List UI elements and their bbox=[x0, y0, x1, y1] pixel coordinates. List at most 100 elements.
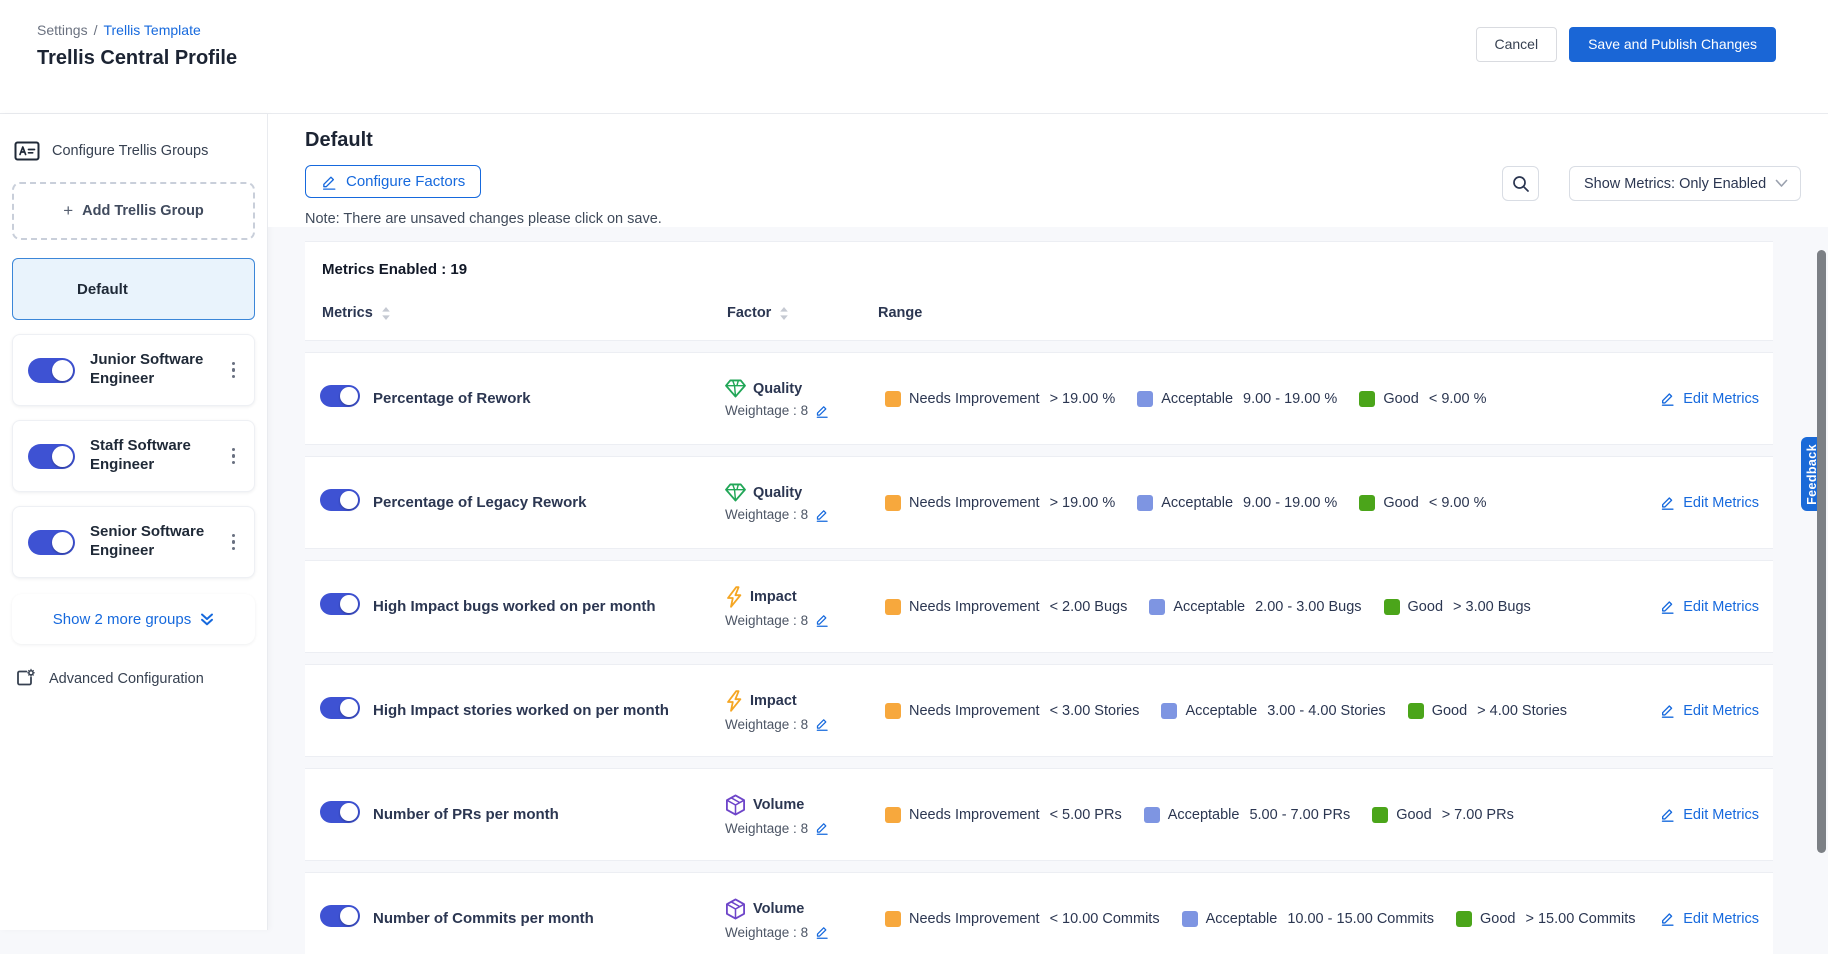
sidebar-section-title-label: Configure Trellis Groups bbox=[52, 143, 208, 159]
add-trellis-group-label: Add Trellis Group bbox=[82, 203, 204, 219]
table-row: Number of PRs per month Volume Weightage… bbox=[305, 768, 1773, 861]
range-value: 5.00 - 7.00 PRs bbox=[1249, 807, 1350, 823]
weightage-label: Weightage : 8 bbox=[725, 403, 808, 418]
show-metrics-filter-value: Show Metrics: Only Enabled bbox=[1584, 176, 1766, 192]
metric-toggle[interactable] bbox=[320, 593, 360, 615]
edit-metrics-button[interactable]: Edit Metrics bbox=[1645, 911, 1773, 927]
column-header-range: Range bbox=[878, 305, 922, 321]
edit-weightage-icon[interactable] bbox=[815, 404, 829, 418]
metric-toggle[interactable] bbox=[320, 801, 360, 823]
sidebar-item-staff-software-engineer[interactable]: Staff Software Engineer bbox=[12, 420, 255, 492]
range-chip-good: Good > 7.00 PRs bbox=[1372, 807, 1514, 823]
edit-weightage-icon[interactable] bbox=[815, 821, 829, 835]
factor-name: Quality bbox=[753, 485, 802, 501]
sidebar-item-junior-software-engineer[interactable]: Junior Software Engineer bbox=[12, 334, 255, 406]
good-swatch bbox=[1372, 807, 1388, 823]
weightage-label: Weightage : 8 bbox=[725, 613, 808, 628]
group-heading: Default bbox=[305, 129, 1800, 152]
breadcrumb-trellis-template[interactable]: Trellis Template bbox=[103, 22, 200, 38]
range-cell: Needs Improvement < 3.00 Stories Accepta… bbox=[885, 703, 1645, 719]
range-value: > 19.00 % bbox=[1050, 495, 1116, 511]
range-chip-acceptable: Acceptable 9.00 - 19.00 % bbox=[1137, 495, 1337, 511]
range-level-label: Needs Improvement bbox=[909, 911, 1040, 927]
group-name: Staff Software Engineer bbox=[90, 437, 226, 475]
range-chip-good: Good > 15.00 Commits bbox=[1456, 911, 1636, 927]
show-metrics-filter-select[interactable]: Show Metrics: Only Enabled bbox=[1569, 166, 1801, 201]
group-toggle[interactable] bbox=[28, 358, 75, 383]
edit-pencil-icon bbox=[1660, 911, 1675, 926]
edit-metrics-button[interactable]: Edit Metrics bbox=[1645, 599, 1773, 615]
range-level-label: Acceptable bbox=[1185, 703, 1257, 719]
edit-metrics-label: Edit Metrics bbox=[1683, 599, 1759, 615]
range-value: > 19.00 % bbox=[1050, 391, 1116, 407]
page-header: Settings / Trellis Template Trellis Cent… bbox=[0, 0, 1828, 114]
trellis-groups-icon bbox=[14, 140, 40, 162]
breadcrumb-settings[interactable]: Settings bbox=[37, 22, 88, 38]
chevron-down-icon bbox=[1775, 179, 1788, 188]
sort-icon[interactable] bbox=[779, 306, 789, 321]
metric-toggle[interactable] bbox=[320, 385, 360, 407]
range-value: 10.00 - 15.00 Commits bbox=[1287, 911, 1434, 927]
group-toggle[interactable] bbox=[28, 530, 75, 555]
edit-metrics-button[interactable]: Edit Metrics bbox=[1645, 391, 1773, 407]
range-chip-needs-improvement: Needs Improvement < 5.00 PRs bbox=[885, 807, 1122, 823]
range-level-label: Good bbox=[1480, 911, 1515, 927]
sort-icon[interactable] bbox=[381, 306, 391, 321]
metric-toggle[interactable] bbox=[320, 697, 360, 719]
edit-metrics-button[interactable]: Edit Metrics bbox=[1645, 807, 1773, 823]
acceptable-swatch bbox=[1137, 495, 1153, 511]
range-chip-needs-improvement: Needs Improvement < 10.00 Commits bbox=[885, 911, 1160, 927]
configure-factors-button[interactable]: Configure Factors bbox=[305, 165, 481, 198]
edit-weightage-icon[interactable] bbox=[815, 717, 829, 731]
table-row: High Impact stories worked on per month … bbox=[305, 664, 1773, 757]
save-publish-button[interactable]: Save and Publish Changes bbox=[1569, 27, 1776, 62]
range-level-label: Needs Improvement bbox=[909, 703, 1040, 719]
vertical-scrollbar[interactable] bbox=[1817, 250, 1826, 853]
add-trellis-group-button[interactable]: + Add Trellis Group bbox=[12, 182, 255, 240]
range-cell: Needs Improvement < 2.00 Bugs Acceptable… bbox=[885, 599, 1645, 615]
metric-toggle[interactable] bbox=[320, 489, 360, 511]
group-header-band: Default Configure Factors Note: There ar… bbox=[268, 114, 1828, 227]
range-value: 2.00 - 3.00 Bugs bbox=[1255, 599, 1361, 615]
range-value: < 10.00 Commits bbox=[1050, 911, 1160, 927]
advanced-configuration-button[interactable]: Advanced Configuration bbox=[0, 644, 267, 689]
show-more-groups-button[interactable]: Show 2 more groups bbox=[12, 594, 255, 644]
kebab-icon[interactable] bbox=[226, 530, 242, 555]
edit-weightage-icon[interactable] bbox=[815, 613, 829, 627]
metric-toggle[interactable] bbox=[320, 905, 360, 927]
quality-icon bbox=[725, 379, 746, 398]
breadcrumb-separator: / bbox=[94, 22, 98, 38]
kebab-icon[interactable] bbox=[226, 444, 242, 469]
edit-metrics-button[interactable]: Edit Metrics bbox=[1645, 495, 1773, 511]
range-value: > 4.00 Stories bbox=[1477, 703, 1567, 719]
weightage-label: Weightage : 8 bbox=[725, 925, 808, 940]
range-chip-needs-improvement: Needs Improvement > 19.00 % bbox=[885, 495, 1115, 511]
range-value: > 7.00 PRs bbox=[1442, 807, 1514, 823]
search-button[interactable] bbox=[1502, 166, 1539, 201]
range-chip-acceptable: Acceptable 10.00 - 15.00 Commits bbox=[1182, 911, 1434, 927]
plus-icon: + bbox=[63, 201, 73, 221]
acceptable-swatch bbox=[1182, 911, 1198, 927]
edit-pencil-icon bbox=[1660, 391, 1675, 406]
factor-name: Volume bbox=[753, 797, 804, 813]
metrics-rows: Percentage of Rework Quality Weightage :… bbox=[305, 352, 1828, 954]
edit-metrics-label: Edit Metrics bbox=[1683, 391, 1759, 407]
sidebar-item-default[interactable]: Default bbox=[12, 258, 255, 320]
edit-weightage-icon[interactable] bbox=[815, 925, 829, 939]
edit-weightage-icon[interactable] bbox=[815, 508, 829, 522]
edit-metrics-button[interactable]: Edit Metrics bbox=[1645, 703, 1773, 719]
metric-name: Number of PRs per month bbox=[373, 806, 725, 823]
range-level-label: Good bbox=[1383, 495, 1418, 511]
kebab-icon[interactable] bbox=[226, 358, 242, 383]
metrics-enabled-count: Metrics Enabled : 19 bbox=[305, 261, 1773, 278]
range-level-label: Acceptable bbox=[1161, 391, 1233, 407]
group-toggle[interactable] bbox=[28, 444, 75, 469]
good-swatch bbox=[1359, 391, 1375, 407]
factor-name: Impact bbox=[750, 693, 797, 709]
range-level-label: Acceptable bbox=[1206, 911, 1278, 927]
cancel-button[interactable]: Cancel bbox=[1476, 27, 1558, 62]
edit-pencil-icon bbox=[1660, 599, 1675, 614]
range-level-label: Good bbox=[1408, 599, 1443, 615]
range-chip-acceptable: Acceptable 3.00 - 4.00 Stories bbox=[1161, 703, 1385, 719]
sidebar-item-senior-software-engineer[interactable]: Senior Software Engineer bbox=[12, 506, 255, 578]
